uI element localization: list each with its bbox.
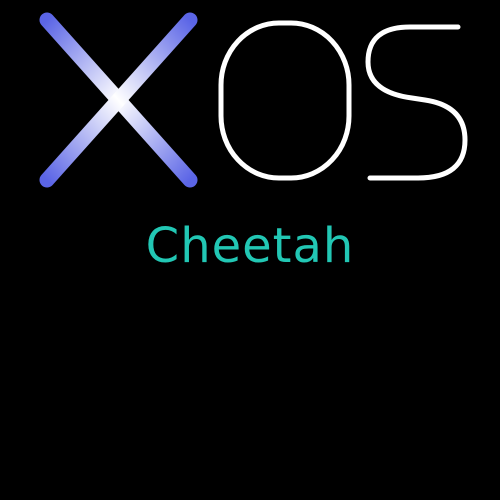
edition-name: Cheetah	[145, 218, 355, 274]
boot-splash-screen: Cheetah	[0, 0, 500, 500]
logo-letter-s	[365, 24, 468, 181]
logo-letter-o	[218, 20, 352, 181]
logo-letter-x	[39, 12, 198, 188]
xos-wordmark	[39, 12, 468, 188]
xos-logo	[0, 0, 500, 200]
